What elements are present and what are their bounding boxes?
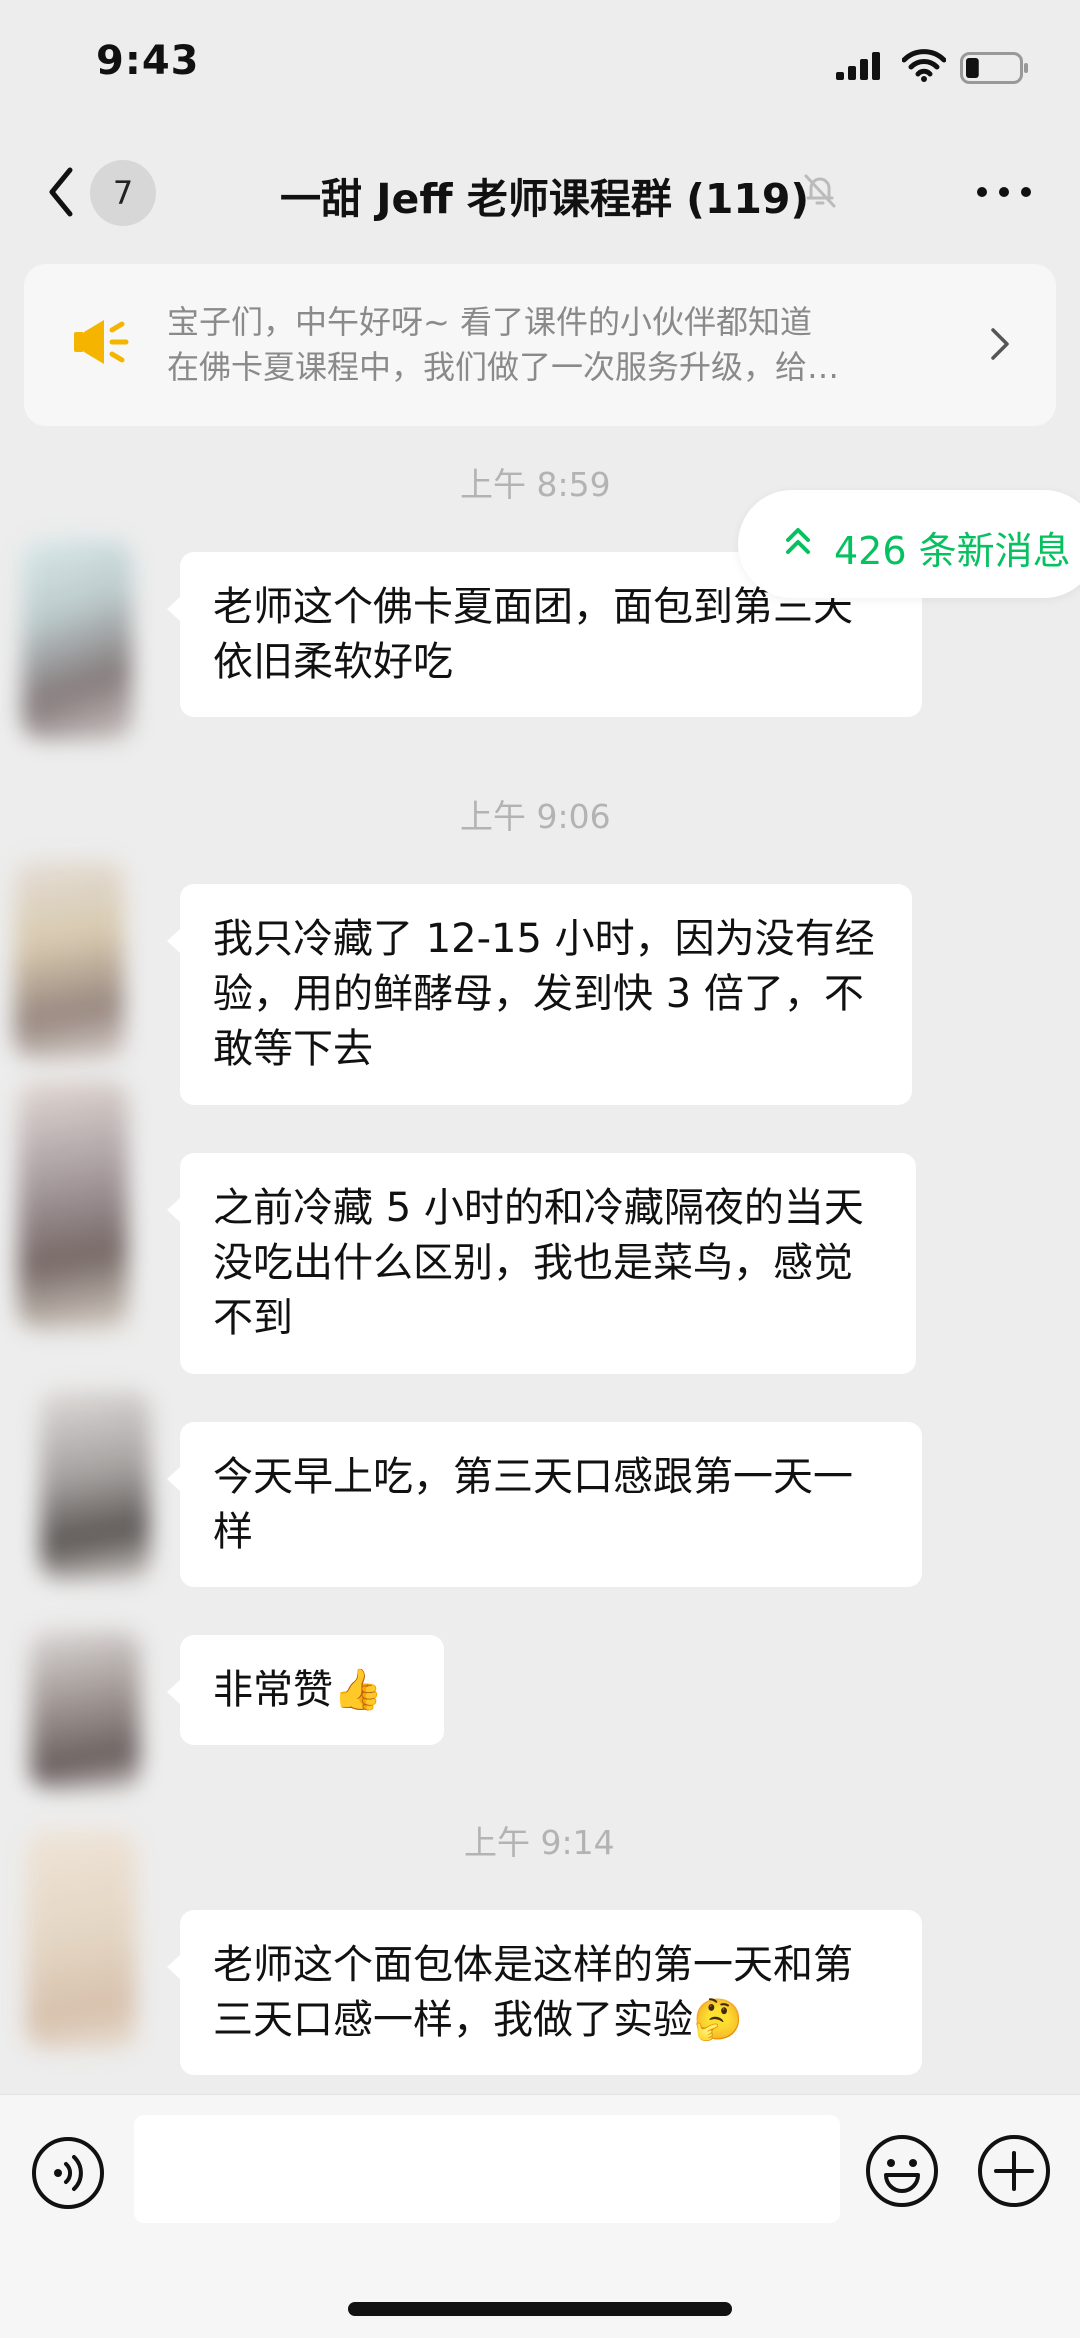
message-bubble[interactable]: 我只冷藏了 12-15 小时，因为没有经验，用的鲜酵母，发到快 3 倍了，不敢等… [167,884,912,1105]
message-bubble[interactable]: 今天早上吃，第三天口感跟第一天一样 [167,1422,922,1587]
new-messages-label: 426 条新消息 [834,529,1071,573]
message-bubble[interactable]: 老师这个面包体是这样的第一天和第三天口感一样，我做了实验🤔 [167,1910,922,2075]
more-options-button[interactable] [974,172,1034,212]
message-input[interactable] [134,2115,840,2223]
cellular-signal-icon [836,52,880,80]
avatar[interactable] [14,860,124,1060]
message-text: 老师这个佛卡夏面团，面包到第三天依旧柔软好吃 [213,584,853,685]
thinking-emoji: 🤔 [693,1997,743,2043]
double-chevron-up-icon [786,528,810,554]
battery-icon [960,52,1030,88]
message-text: 老师这个面包体是这样的第一天和第三天口感一样，我做了实验 [213,1942,853,2043]
chevron-right-icon [991,328,1009,360]
megaphone-icon [74,320,129,364]
message-text: 今天早上吃，第三天口感跟第一天一样 [213,1454,853,1555]
announcement-text: 宝子们，中午好呀~ 看了课件的小伙伴都知道 在佛卡夏课程中，我们做了一次服务升级… [167,300,987,390]
unread-count-badge[interactable]: 7 [90,160,156,226]
avatar[interactable] [30,1630,140,1790]
timestamp: 上午 8:59 [460,465,611,504]
emoji-button[interactable] [864,2133,940,2209]
avatar[interactable] [26,1830,136,2050]
message-text: 非常赞 [213,1667,333,1713]
status-time: 9:43 [96,38,200,84]
mute-bell-icon [804,174,836,208]
avatar[interactable] [40,1390,150,1580]
timestamp: 上午 9:06 [460,797,611,836]
chat-title: 一甜 Jeff 老师课程群 (119) [280,175,810,223]
message-text: 之前冷藏 5 小时的和冷藏隔夜的当天没吃出什么区别，我也是菜鸟，感觉不到 [213,1185,864,1341]
announcement-line-2: 在佛卡夏课程中，我们做了一次服务升级，给… [167,348,840,386]
thumbs-up-emoji: 👍 [333,1667,383,1713]
home-indicator [348,2302,732,2316]
avatar[interactable] [18,1080,128,1330]
back-button[interactable] [40,160,84,224]
new-messages-button[interactable]: 426 条新消息 [738,490,1080,598]
plus-button[interactable] [976,2133,1052,2209]
group-announcement[interactable]: 宝子们，中午好呀~ 看了课件的小伙伴都知道 在佛卡夏课程中，我们做了一次服务升级… [24,264,1056,426]
message-bubble[interactable]: 非常赞👍 [167,1635,444,1745]
message-text: 我只冷藏了 12-15 小时，因为没有经验，用的鲜酵母，发到快 3 倍了，不敢等… [213,916,875,1072]
wifi-icon [902,49,946,82]
avatar[interactable] [22,540,132,740]
announcement-line-1: 宝子们，中午好呀~ 看了课件的小伙伴都知道 [167,303,812,341]
voice-input-button[interactable] [30,2135,106,2211]
message-bubble[interactable]: 之前冷藏 5 小时的和冷藏隔夜的当天没吃出什么区别，我也是菜鸟，感觉不到 [167,1153,916,1374]
timestamp: 上午 9:14 [464,1823,615,1862]
